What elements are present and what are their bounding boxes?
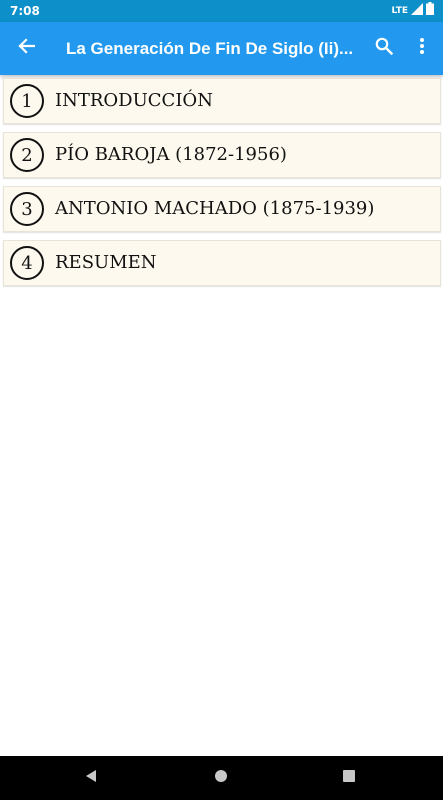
- item-label: INTRODUCCIÓN: [55, 90, 213, 111]
- item-label: RESUMEN: [55, 252, 157, 273]
- nav-home-button[interactable]: [197, 756, 245, 800]
- item-number-badge: 2: [10, 138, 44, 172]
- network-type: LTE: [391, 6, 408, 16]
- item-number-badge: 4: [10, 246, 44, 280]
- item-number-badge: 1: [10, 84, 44, 118]
- nav-recents-icon: [342, 769, 356, 788]
- nav-home-icon: [214, 769, 228, 788]
- item-label: ANTONIO MACHADO (1875-1939): [55, 198, 375, 219]
- item-label: PÍO BAROJA (1872-1956): [55, 144, 287, 165]
- more-options-button[interactable]: [408, 30, 436, 66]
- search-button[interactable]: [366, 30, 402, 66]
- item-number-badge: 3: [10, 192, 44, 226]
- search-icon: [375, 37, 394, 60]
- page-title: La Generación De Fin De Siglo (Ii)...: [66, 39, 354, 58]
- status-indicators: LTE: [391, 2, 434, 20]
- list-item[interactable]: 1 INTRODUCCIÓN: [3, 78, 441, 124]
- nav-back-icon: [84, 769, 98, 788]
- list-item[interactable]: 2 PÍO BAROJA (1872-1956): [3, 132, 441, 178]
- status-bar: 7:08 LTE: [0, 0, 443, 22]
- app-bar: La Generación De Fin De Siglo (Ii)...: [0, 22, 443, 75]
- battery-icon: [426, 2, 434, 20]
- arrow-back-icon: [17, 37, 36, 60]
- nav-recents-button[interactable]: [325, 756, 373, 800]
- status-time: 7:08: [10, 4, 40, 18]
- signal-icon: [411, 2, 423, 20]
- list-item[interactable]: 4 RESUMEN: [3, 240, 441, 286]
- list-item[interactable]: 3 ANTONIO MACHADO (1875-1939): [3, 186, 441, 232]
- navigation-bar: [0, 756, 443, 800]
- back-button[interactable]: [8, 30, 44, 66]
- more-vert-icon: [419, 37, 425, 60]
- nav-back-button[interactable]: [67, 756, 115, 800]
